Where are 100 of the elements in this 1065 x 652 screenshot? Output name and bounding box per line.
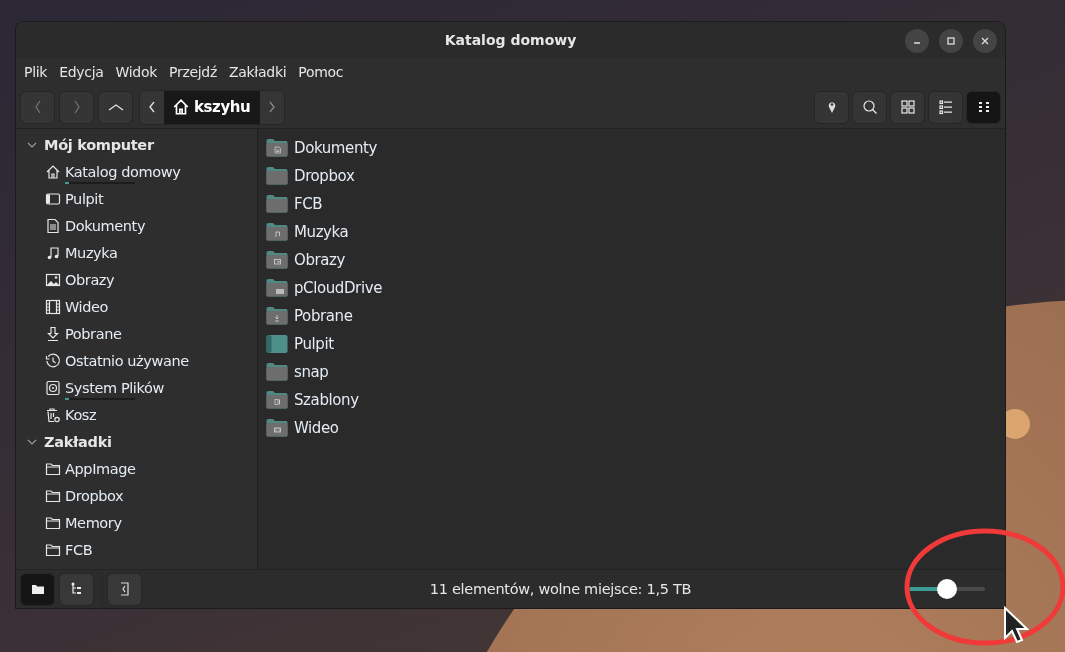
- folder-icon: [266, 362, 288, 382]
- sidebar-label: Obrazy: [65, 271, 115, 288]
- clock-icon: [45, 352, 61, 369]
- chevron-right-icon: [268, 101, 277, 113]
- file-item[interactable]: Muzyka: [266, 218, 1005, 246]
- chevron-left-icon: [148, 101, 156, 113]
- sidebar-toggle-icon: [119, 582, 130, 596]
- sidebar-item[interactable]: Wideo: [16, 293, 257, 320]
- tree-button[interactable]: [59, 572, 94, 606]
- folder-icon: [266, 166, 288, 186]
- folder-icon: [266, 194, 288, 214]
- document-icon: [45, 217, 61, 234]
- chevron-left-icon: [33, 100, 42, 114]
- folder-icon: [266, 390, 288, 410]
- search-button[interactable]: [852, 90, 887, 124]
- sidebar-item[interactable]: AppImage: [16, 455, 257, 482]
- file-item[interactable]: pCloudDrive: [266, 274, 1005, 302]
- sidebar-item[interactable]: Dokumenty: [16, 212, 257, 239]
- file-item[interactable]: Wideo: [266, 414, 1005, 442]
- sidebar-heading[interactable]: Mój komputer: [16, 131, 257, 158]
- file-item[interactable]: Dokumenty: [266, 134, 1005, 162]
- slider-thumb[interactable]: [937, 579, 957, 599]
- file-item[interactable]: Pulpit: [266, 330, 1005, 358]
- maximize-icon: [946, 36, 956, 46]
- sidebar-label: Dokumenty: [65, 217, 146, 234]
- home-icon: [45, 163, 61, 180]
- sidebar-label: Wideo: [65, 298, 109, 315]
- sidebar-item[interactable]: Kosz: [16, 401, 257, 428]
- grid-icon: [899, 99, 916, 115]
- sidebar-label: Muzyka: [65, 244, 118, 261]
- sidebar-heading[interactable]: Zakładki: [16, 428, 257, 455]
- folder-icon: [266, 222, 288, 242]
- file-item[interactable]: snap: [266, 358, 1005, 386]
- list-icon: [937, 99, 954, 115]
- folder-icon: [266, 306, 288, 326]
- sidebar-item[interactable]: Katalog domowy: [16, 158, 257, 185]
- file-item[interactable]: FCB: [266, 190, 1005, 218]
- list-button[interactable]: [928, 90, 963, 124]
- trash-icon: [45, 406, 61, 423]
- sidebar-label: Ostatnio używane: [65, 352, 189, 369]
- path-left-button[interactable]: [140, 90, 164, 124]
- sidebar-item[interactable]: Pobrane: [16, 320, 257, 347]
- file-item[interactable]: Pobrane: [266, 302, 1005, 330]
- sidebar-label: AppImage: [65, 460, 136, 477]
- status-text: 11 elementów, wolne miejsce: 1,5 TB: [428, 581, 693, 597]
- film-icon: [45, 298, 61, 315]
- chevron-down-icon: [26, 437, 38, 446]
- download-icon: [45, 325, 61, 342]
- sidebar-label: Memory: [65, 514, 122, 531]
- monitor-icon: [45, 190, 61, 207]
- sidebar-label: Kosz: [65, 406, 97, 423]
- sidebar-item[interactable]: Ostatnio używane: [16, 347, 257, 374]
- menu-item[interactable]: Przejdź: [163, 64, 223, 80]
- sidebar-label: Katalog domowy: [65, 163, 181, 180]
- menu-item[interactable]: Pomoc: [292, 64, 350, 80]
- places-button[interactable]: [20, 572, 55, 606]
- path-button[interactable]: kszyhu: [164, 90, 261, 124]
- home-icon: [172, 98, 190, 116]
- sidebar-item[interactable]: Obrazy: [16, 266, 257, 293]
- compact-list-button[interactable]: [966, 90, 1001, 124]
- folder-icon: [266, 250, 288, 270]
- menu-item[interactable]: Edycja: [53, 64, 110, 80]
- grid-button[interactable]: [890, 90, 925, 124]
- sidebar-item[interactable]: System Plików: [16, 374, 257, 401]
- up-button[interactable]: [98, 90, 133, 124]
- music-note-icon: [45, 244, 61, 261]
- sidebar-item[interactable]: Memory: [16, 509, 257, 536]
- menu-item[interactable]: Plik: [18, 64, 54, 80]
- folder-icon: [45, 487, 61, 504]
- search-icon: [861, 99, 878, 115]
- folder-icon: [266, 278, 288, 298]
- toggle-sidebar-button[interactable]: [107, 572, 142, 606]
- minimize-button[interactable]: [905, 29, 929, 53]
- menu-item[interactable]: Zakładki: [223, 64, 293, 80]
- chevron-up-icon: [107, 103, 124, 111]
- chevron-right-icon: [72, 100, 81, 114]
- monitor-folder-icon: [266, 334, 288, 354]
- menu-item[interactable]: Widok: [109, 64, 164, 80]
- file-item[interactable]: Dropbox: [266, 162, 1005, 190]
- folder-icon: [45, 541, 61, 558]
- folder-icon: [45, 514, 61, 531]
- folder-icon: [45, 460, 61, 477]
- sidebar-label: System Plików: [65, 379, 164, 396]
- window-title: Katalog domowy: [444, 32, 577, 48]
- file-item[interactable]: Szablony: [266, 386, 1005, 414]
- maximize-button[interactable]: [939, 29, 963, 53]
- close-button[interactable]: [973, 29, 997, 53]
- sidebar-item[interactable]: FCB: [16, 536, 257, 563]
- sidebar-label: FCB: [65, 541, 93, 558]
- sidebar-label: Dropbox: [65, 487, 124, 504]
- sidebar-label: Pulpit: [65, 190, 104, 207]
- file-item[interactable]: Obrazy: [266, 246, 1005, 274]
- image-icon: [45, 271, 61, 288]
- sidebar-label: Pobrane: [65, 325, 122, 342]
- sidebar-item[interactable]: Dropbox: [16, 482, 257, 509]
- location-pin-button[interactable]: [814, 90, 849, 124]
- sidebar-item[interactable]: Pulpit: [16, 185, 257, 212]
- folder-icon: [266, 138, 288, 158]
- folder-icon: [266, 418, 288, 438]
- sidebar-item[interactable]: Muzyka: [16, 239, 257, 266]
